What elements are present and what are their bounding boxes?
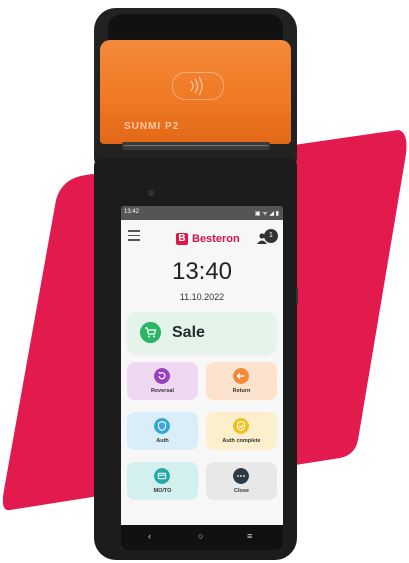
tile-label: Auth	[156, 438, 169, 444]
front-camera	[148, 190, 154, 196]
printer-housing: SUNMI P2	[94, 8, 297, 168]
reversal-icon	[154, 368, 170, 384]
tile-moto[interactable]: MO/TO	[127, 462, 198, 500]
tile-label: Close	[234, 488, 249, 494]
sale-button[interactable]: Sale	[127, 312, 277, 354]
shield-check-icon	[233, 418, 249, 434]
device-brand-label: SUNMI P2	[124, 121, 180, 132]
tile-auth[interactable]: Auth	[127, 412, 198, 450]
tile-label: Return	[232, 388, 251, 394]
nav-back-icon[interactable]: ‹	[148, 531, 151, 541]
shield-icon	[154, 418, 170, 434]
paper-slot-edge	[124, 145, 268, 146]
status-bar: 13:42 ▣ ᯤ ◢ ▮	[121, 206, 283, 220]
status-icons: ▣ ᯤ ◢ ▮	[254, 211, 279, 217]
android-nav-bar: ‹ ○ ≡	[121, 525, 283, 550]
app-bar: B Besteron 1	[121, 220, 283, 254]
notification-badge: 1	[264, 229, 278, 243]
sale-label: Sale	[172, 324, 205, 341]
cart-icon	[140, 322, 161, 343]
pos-terminal: SUNMI P2 13:42 ▣ ᯤ ◢ ▮ B Besteron 1 13:4…	[94, 6, 298, 560]
user-account-button[interactable]: 1	[253, 226, 279, 248]
tile-label: Auth complete	[222, 438, 261, 444]
return-arrow-icon	[233, 368, 249, 384]
more-icon	[233, 468, 249, 484]
tile-label: MO/TO	[153, 488, 172, 494]
tile-close[interactable]: Close	[206, 462, 277, 500]
nav-home-icon[interactable]: ○	[198, 531, 203, 541]
status-time: 13:42	[124, 209, 140, 215]
side-button	[296, 288, 298, 304]
paper-slot	[122, 142, 270, 150]
hamburger-menu-icon[interactable]	[128, 230, 140, 241]
card-icon	[154, 468, 170, 484]
tile-label: Reversal	[151, 388, 174, 394]
tile-return[interactable]: Return	[206, 362, 277, 400]
logo-text: Besteron	[192, 233, 240, 245]
clock-date: 11.10.2022	[179, 292, 225, 302]
nav-recents-icon[interactable]: ≡	[247, 531, 252, 541]
logo-mark: B	[176, 233, 188, 245]
nfc-icon	[172, 72, 224, 100]
screen: 13:42 ▣ ᯤ ◢ ▮ B Besteron 1 13:40 11.10.2…	[121, 206, 283, 550]
clock-time: 13:40	[171, 258, 233, 285]
tile-auth-complete[interactable]: Auth complete	[206, 412, 277, 450]
tile-reversal[interactable]: Reversal	[127, 362, 198, 400]
